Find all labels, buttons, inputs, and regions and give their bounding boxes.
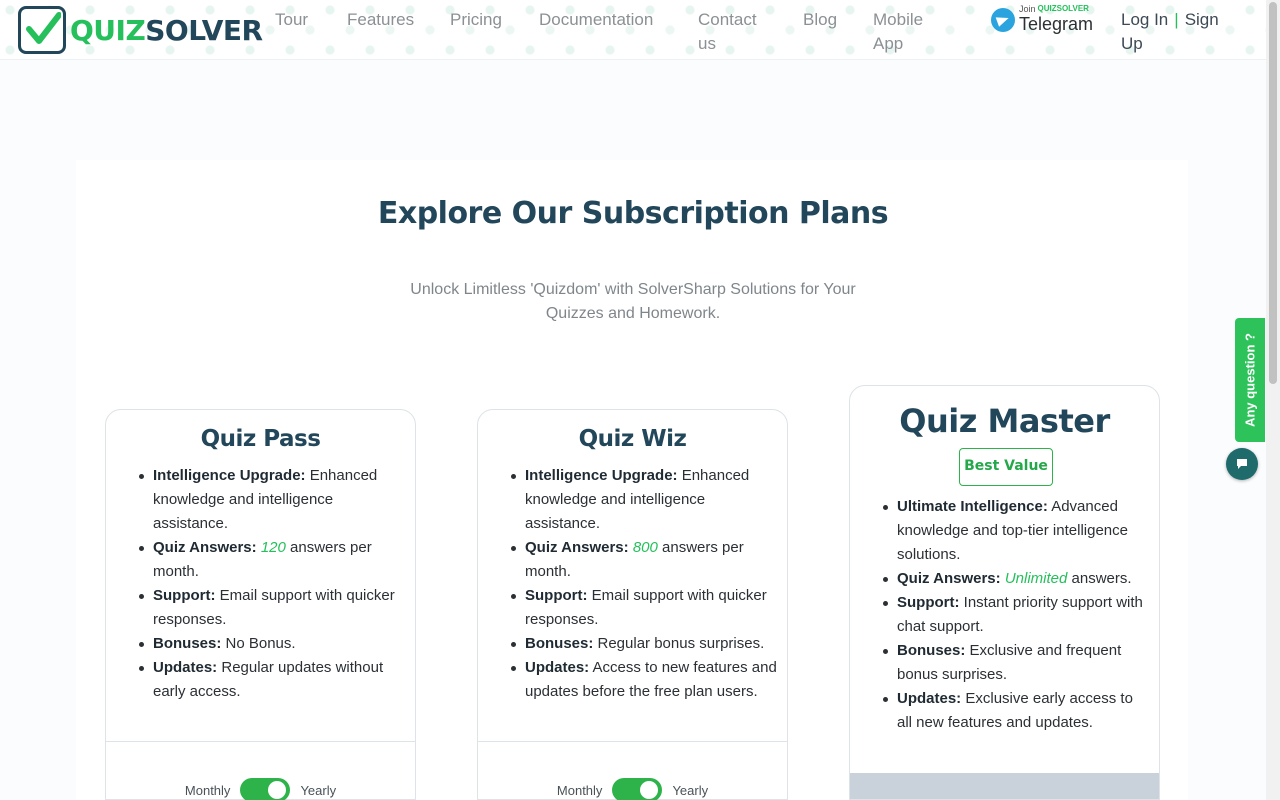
billing-toggle-row: Monthly Yearly (478, 778, 787, 800)
toggle-knob (268, 781, 287, 799)
billing-toggle[interactable] (612, 778, 663, 800)
telegram-brand: QUIZSOLVER (1037, 4, 1089, 13)
page-scrollbar[interactable] (1266, 0, 1280, 800)
chat-button[interactable] (1226, 448, 1258, 480)
toggle-yearly-label: Yearly (300, 782, 337, 798)
feature-item: Quiz Answers: Unlimited answers. (883, 567, 1149, 591)
billing-toggle-row: Monthly Yearly (106, 778, 415, 800)
feature-item: Updates: Access to new features and upda… (511, 656, 777, 704)
card-footer (850, 773, 1159, 799)
best-value-badge[interactable]: Best Value (959, 448, 1053, 486)
toggle-knob (640, 781, 659, 799)
feature-item: Quiz Answers: 120 answers per month. (139, 536, 405, 584)
chat-bubble-icon (1237, 459, 1247, 469)
nav-tour[interactable]: Tour (275, 8, 308, 32)
nav-documentation[interactable]: Documentation (539, 8, 653, 32)
nav-mobile-app[interactable]: Mobile App (873, 8, 935, 56)
feature-item: Quiz Answers: 800 answers per month. (511, 536, 777, 584)
feature-item: Bonuses: Regular bonus surprises. (511, 632, 777, 656)
plan-title: Quiz Master (899, 402, 1110, 440)
nav-pricing[interactable]: Pricing (450, 8, 502, 32)
page-title: Explore Our Subscription Plans (377, 196, 889, 231)
feature-item: Bonuses: No Bonus. (139, 632, 405, 656)
billing-toggle[interactable] (240, 778, 291, 800)
logo-wordmark: QUIZSOLVER (70, 14, 263, 47)
feature-item: Support: Email support with quicker resp… (139, 584, 405, 632)
plan-card-quiz-master: Quiz Master Best Value Ultimate Intellig… (849, 385, 1160, 800)
feature-item: Support: Instant priority support with c… (883, 591, 1149, 639)
nav-blog[interactable]: Blog (803, 8, 837, 32)
toggle-monthly-label: Monthly (556, 782, 603, 798)
feature-item: Updates: Exclusive early access to all n… (883, 687, 1149, 735)
logo-part-quiz: QUIZ (70, 13, 146, 47)
checkbox-logo-icon (18, 6, 66, 54)
card-divider (478, 741, 787, 742)
toggle-yearly-label: Yearly (672, 782, 709, 798)
plan-card-quiz-wiz: Quiz Wiz Intelligence Upgrade: Enhanced … (477, 409, 788, 800)
feature-item: Ultimate Intelligence: Advanced knowledg… (883, 495, 1149, 567)
nav-features[interactable]: Features (347, 8, 414, 32)
feature-item: Support: Email support with quicker resp… (511, 584, 777, 632)
logo[interactable]: QUIZSOLVER (18, 6, 263, 54)
toggle-monthly-label: Monthly (184, 782, 231, 798)
any-question-label: Any question ? (1242, 333, 1258, 427)
auth-links: Log In | Sign Up (1121, 8, 1231, 56)
plan-title: Quiz Wiz (578, 426, 687, 452)
login-link[interactable]: Log In (1121, 10, 1168, 29)
telegram-label: Telegram (1019, 14, 1094, 34)
scrollbar-thumb[interactable] (1269, 2, 1277, 384)
telegram-join-label: Join (1019, 4, 1036, 14)
page-subtitle: Unlock Limitless 'Quizdom' with SolverSh… (410, 281, 856, 322)
any-question-tab[interactable]: Any question ? (1235, 318, 1265, 442)
plan-title: Quiz Pass (200, 426, 321, 452)
plan-features: Ultimate Intelligence: Advanced knowledg… (883, 495, 1149, 735)
plan-features: Intelligence Upgrade: Enhanced knowledge… (511, 464, 777, 704)
telegram-link[interactable]: Join QUIZSOLVER Telegram (991, 4, 1093, 34)
feature-item: Intelligence Upgrade: Enhanced knowledge… (511, 464, 777, 536)
telegram-join-line: Join QUIZSOLVER (1019, 4, 1093, 14)
feature-item: Bonuses: Exclusive and frequent bonus su… (883, 639, 1149, 687)
site-header: QUIZSOLVER Tour Features Pricing Documen… (0, 0, 1266, 60)
plan-card-quiz-pass: Quiz Pass Intelligence Upgrade: Enhanced… (105, 409, 416, 800)
plan-features: Intelligence Upgrade: Enhanced knowledge… (139, 464, 405, 704)
telegram-text: Join QUIZSOLVER Telegram (1019, 4, 1093, 34)
logo-part-solver: SOLVER (145, 13, 263, 47)
feature-item: Intelligence Upgrade: Enhanced knowledge… (139, 464, 405, 536)
telegram-icon (991, 8, 1015, 32)
nav-contact-us[interactable]: Contact us (698, 8, 768, 56)
feature-item: Updates: Regular updates without early a… (139, 656, 405, 704)
card-divider (106, 741, 415, 742)
auth-separator: | (1174, 10, 1179, 29)
